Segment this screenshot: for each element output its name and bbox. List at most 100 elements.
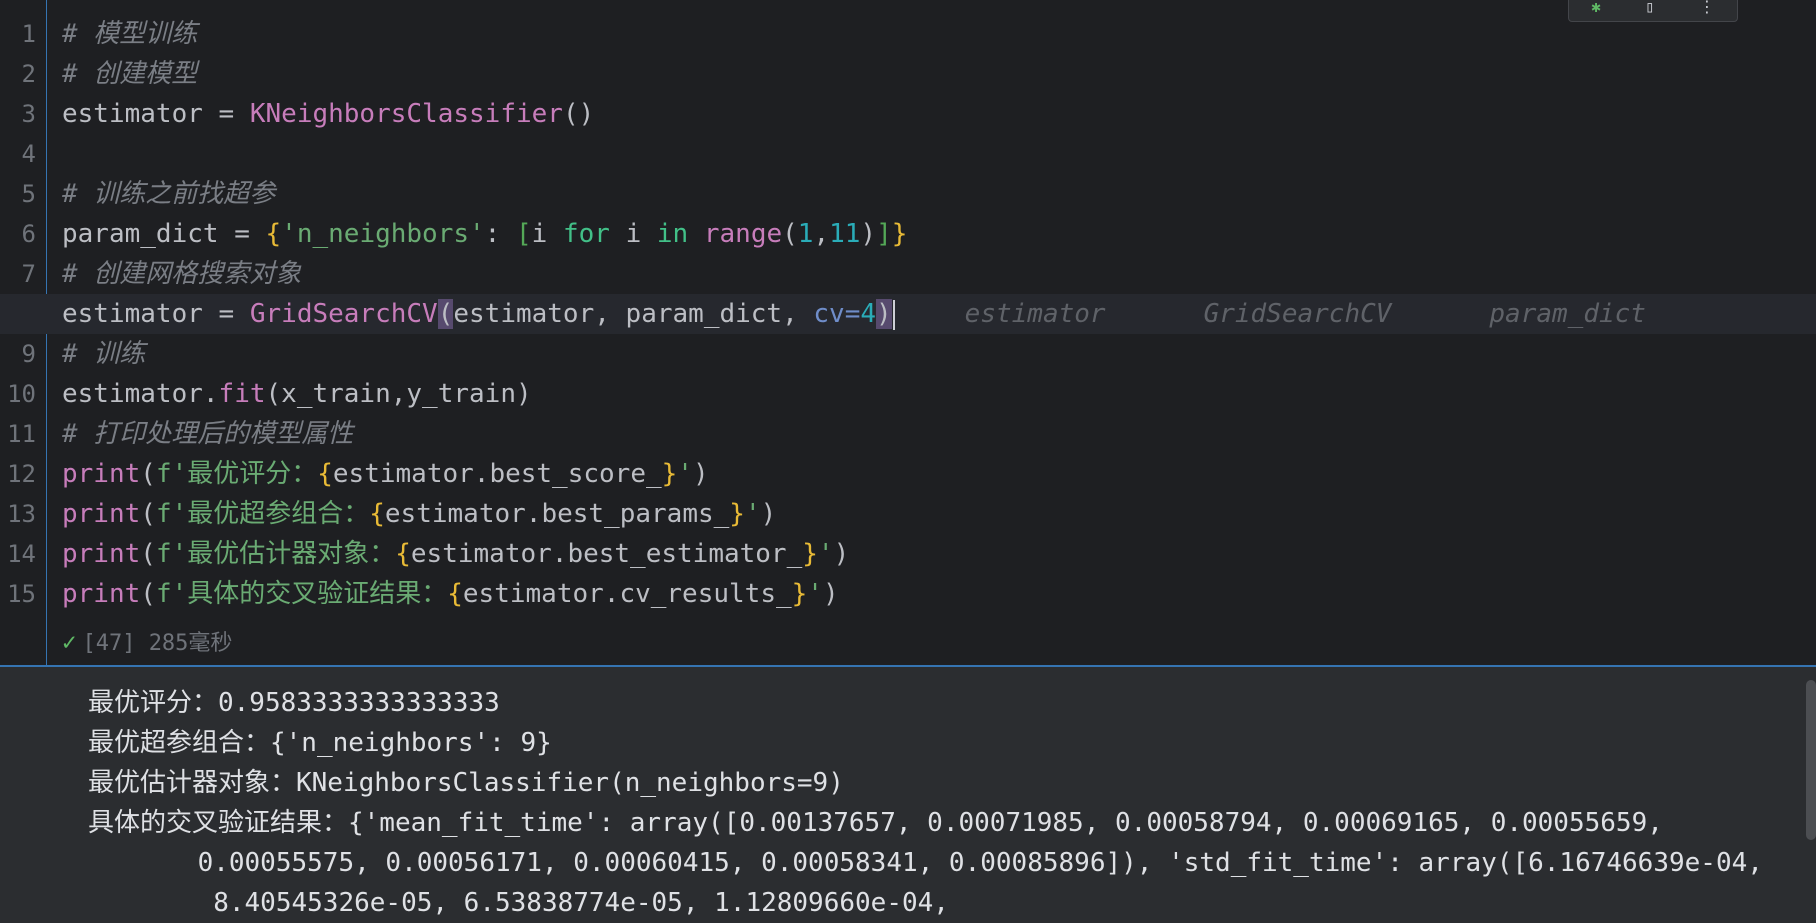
matched-paren: ) [876, 299, 892, 329]
punct: . [202, 379, 219, 409]
method-call: fit [218, 379, 266, 409]
code-line[interactable]: # 创建网格搜索对象 [62, 254, 1816, 294]
code-line-empty[interactable] [62, 134, 1816, 174]
line-number: 2 [21, 60, 36, 88]
execution-count: [47] [82, 631, 136, 656]
code-line[interactable]: print(f'具体的交叉验证结果：{estimator.cv_results_… [62, 574, 1816, 614]
line-number: 14 [7, 540, 36, 568]
string: f'最优估计器对象： [155, 539, 396, 569]
line-number: 10 [7, 380, 36, 408]
builtin: range [688, 219, 783, 249]
line-number: 11 [7, 420, 36, 448]
line-number: 1 [21, 20, 36, 48]
string: f'最优超参组合： [155, 499, 370, 529]
number: 1 [797, 219, 814, 249]
builtin: print [62, 539, 141, 569]
brace: } [891, 219, 908, 249]
line-number: 12 [7, 460, 36, 488]
execution-time: 285毫秒 [148, 631, 233, 656]
code-line-current[interactable]: estimator = GridSearchCV(estimator, para… [0, 294, 1816, 334]
line-number: 15 [7, 580, 36, 608]
identifier: i [609, 219, 657, 249]
code-line[interactable]: param_dict = {'n_neighbors': [i for i in… [62, 214, 1816, 254]
number: 4 [860, 299, 877, 329]
output-line: 最优估计器对象：KNeighborsClassifier(n_neighbors… [88, 768, 844, 798]
punct: () [562, 99, 595, 129]
builtin: print [62, 579, 141, 609]
output-line: 8.40545326e-05, 6.53838774e-05, 1.128096… [88, 888, 949, 918]
expression: estimator.best_params_ [384, 499, 730, 529]
comment: # 训练之前找超参 [62, 179, 276, 209]
execution-status: ✓ [47] 285毫秒 [62, 622, 232, 662]
function-call: GridSearchCV [249, 299, 438, 329]
brace: } [791, 579, 808, 609]
output-line: 具体的交叉验证结果：{'mean_fit_time': array([0.001… [88, 808, 1663, 838]
inlay-hint: estimator [964, 299, 1106, 329]
cell-output[interactable]: 最优评分：0.9583333333333333 最优超参组合：{'n_neigh… [0, 665, 1816, 920]
builtin: print [62, 499, 141, 529]
code-line[interactable]: # 训练 [62, 334, 1816, 374]
expression: estimator.cv_results_ [462, 579, 792, 609]
punct: ) [822, 579, 839, 609]
code-editor[interactable]: 1 2 3 4 5 6 7 8 9 10 11 12 13 14 15 ✱ ▯ … [0, 0, 1816, 665]
punct: : [484, 219, 516, 249]
comment: # 打印处理后的模型属性 [62, 419, 354, 449]
string: 'n_neighbors' [281, 219, 485, 249]
output-scrollbar[interactable] [1806, 680, 1816, 840]
bracket: ] [876, 219, 892, 249]
code-line[interactable]: # 模型训练 [62, 14, 1816, 54]
line-number: 7 [21, 260, 36, 288]
string: f'最优评分： [155, 459, 318, 489]
output-line: 0.00055575, 0.00056171, 0.00060415, 0.00… [88, 848, 1763, 878]
comment: # 模型训练 [62, 19, 198, 49]
string: f'具体的交叉验证结果： [155, 579, 448, 609]
line-number: 4 [21, 140, 36, 168]
args: estimator, param_dict, [453, 299, 814, 329]
brace: { [447, 579, 463, 609]
punct: ( [782, 219, 798, 249]
brace: } [802, 539, 818, 569]
code-line[interactable]: print(f'最优估计器对象：{estimator.best_estimato… [62, 534, 1816, 574]
code-line[interactable]: # 打印处理后的模型属性 [62, 414, 1816, 454]
line-number: 9 [21, 340, 36, 368]
inlay-hints: estimator GridSearchCV param_dict [895, 299, 1646, 329]
expression: estimator.best_score_ [332, 459, 662, 489]
check-icon: ✓ [62, 628, 77, 656]
identifier: param_dict [62, 219, 219, 249]
keyword-arg: cv [813, 299, 845, 329]
operator: = [844, 299, 861, 329]
keyword: in [656, 219, 689, 249]
code-line[interactable]: print(f'最优评分：{estimator.best_score_}') [62, 454, 1816, 494]
operator: = [202, 99, 250, 129]
brace: { [265, 219, 282, 249]
code-line[interactable]: estimator.fit(x_train,y_train) [62, 374, 1816, 414]
punct: ( [140, 539, 156, 569]
brace: { [395, 539, 411, 569]
string: ' [817, 539, 834, 569]
identifier: estimator [62, 379, 203, 409]
expression: estimator.best_estimator_ [410, 539, 803, 569]
comment: # 创建模型 [62, 59, 198, 89]
punct: ) [692, 459, 709, 489]
brace: } [661, 459, 678, 489]
inlay-hint: param_dict [1489, 299, 1646, 329]
number: 11 [829, 219, 861, 249]
string: ' [807, 579, 823, 609]
identifier: estimator [62, 299, 203, 329]
code-line[interactable]: # 训练之前找超参 [62, 174, 1816, 214]
punct: ( [140, 579, 156, 609]
matched-paren: ( [437, 299, 454, 329]
code-line[interactable]: # 创建模型 [62, 54, 1816, 94]
args: (x_train,y_train) [265, 379, 532, 409]
brace: { [317, 459, 333, 489]
code-line[interactable]: print(f'最优超参组合：{estimator.best_params_}'… [62, 494, 1816, 534]
operator: = [202, 299, 250, 329]
operator: = [218, 219, 266, 249]
punct: ( [140, 459, 156, 489]
code-line[interactable]: estimator = KNeighborsClassifier() [62, 94, 1816, 134]
output-line: 最优评分：0.9583333333333333 [88, 688, 500, 718]
bracket: [ [515, 219, 532, 249]
output-line: 最优超参组合：{'n_neighbors': 9} [88, 728, 552, 758]
identifier: estimator [62, 99, 203, 129]
brace: { [369, 499, 385, 529]
